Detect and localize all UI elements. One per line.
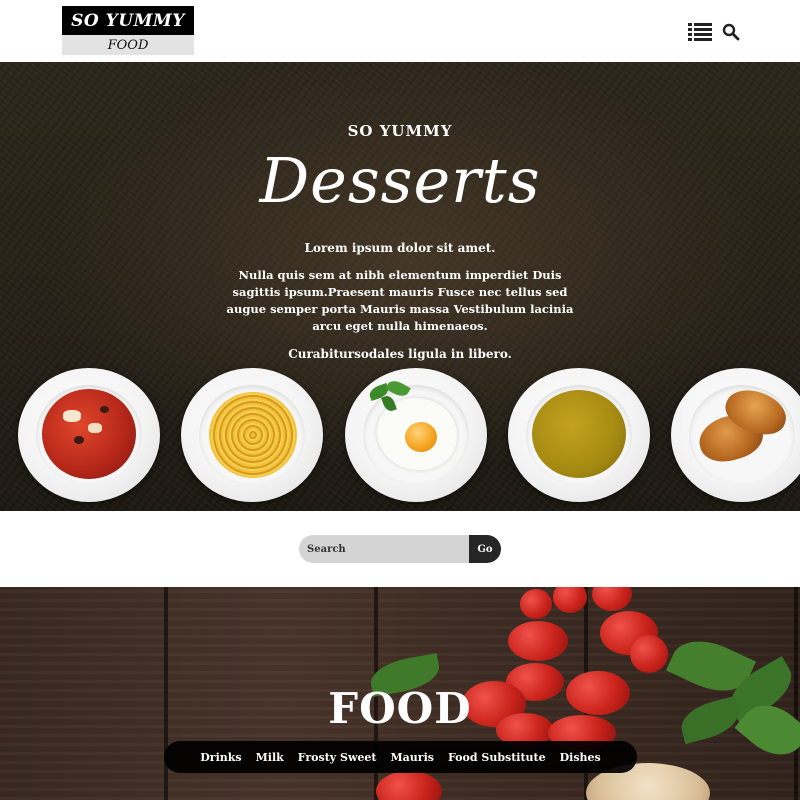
hero-banner: SO YUMMY Desserts Lorem ipsum dolor sit … (0, 62, 800, 511)
plate-pea-soup (508, 368, 650, 502)
site-logo[interactable]: SO YUMMY FOOD (62, 6, 194, 55)
nav-milk[interactable]: Milk (256, 751, 284, 764)
go-button[interactable]: Go (469, 535, 501, 563)
hero-kicker: SO YUMMY (347, 122, 453, 140)
search-icon[interactable] (722, 23, 740, 41)
search-input[interactable] (299, 535, 470, 563)
nav-food-substitute[interactable]: Food Substitute (448, 751, 546, 764)
list-menu-icon[interactable] (688, 23, 712, 41)
food-title: FOOD (328, 684, 472, 733)
nav-frosty-sweet[interactable]: Frosty Sweet (298, 751, 377, 764)
hero-body: Nulla quis sem at nibh elementum imperdi… (226, 268, 574, 333)
search-bar: Go (0, 511, 800, 587)
hero-title: Desserts (259, 144, 541, 217)
logo-subtitle: FOOD (62, 35, 194, 55)
plate-fried-egg (345, 368, 487, 502)
site-header: SO YUMMY FOOD (0, 0, 800, 62)
food-section: FOOD Drinks Milk Frosty Sweet Mauris Foo… (0, 587, 800, 800)
hero-foot: Curabitursodales ligula in libero. (288, 347, 512, 361)
nav-drinks[interactable]: Drinks (200, 751, 241, 764)
plate-spaghetti (181, 368, 323, 502)
hero-lead: Lorem ipsum dolor sit amet. (304, 241, 496, 255)
food-nav: Drinks Milk Frosty Sweet Mauris Food Sub… (164, 741, 637, 773)
nav-mauris[interactable]: Mauris (391, 751, 434, 764)
logo-title: SO YUMMY (62, 6, 194, 35)
plate-croissants (671, 368, 800, 502)
plate-tomato-soup (18, 368, 160, 502)
nav-dishes[interactable]: Dishes (560, 751, 601, 764)
